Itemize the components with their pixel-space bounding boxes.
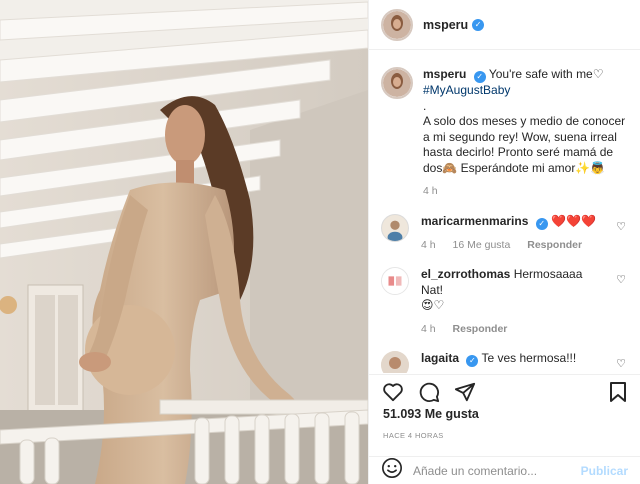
comment-item: maricarmenmarins ✓ ❤️❤️❤️ 4 h 16 Me gust…	[369, 213, 640, 254]
add-comment-bar: Publicar	[369, 456, 640, 484]
post-side-panel: msperu ✓ msperu ✓ You're safe with me♡ #…	[368, 0, 640, 484]
caption-author-avatar[interactable]	[381, 67, 413, 99]
comment-bubble-icon[interactable]	[417, 380, 441, 404]
comment-time[interactable]: 4 h	[421, 323, 436, 335]
comment-time[interactable]: 4 h	[421, 239, 436, 251]
caption-hashtag[interactable]: #MyAugustBaby	[423, 83, 510, 97]
share-send-icon[interactable]	[453, 380, 477, 404]
post-header: msperu ✓	[369, 0, 640, 50]
reply-button[interactable]: Responder	[453, 323, 508, 335]
post-photo[interactable]	[0, 0, 368, 484]
comment-username[interactable]: lagaita	[421, 351, 459, 365]
caption-line1: You're safe with me♡	[488, 67, 604, 81]
comment-username[interactable]: el_zorrothomas	[421, 267, 510, 281]
author-username[interactable]: msperu	[423, 18, 468, 32]
verified-badge-icon: ✓	[466, 355, 479, 367]
like-comment-heart-icon[interactable]: ♡	[616, 273, 626, 286]
comment-item: el_zorrothomas Hermosaaaa Nat! 😍♡ 4 h Re…	[369, 267, 640, 337]
caption-dot: .	[423, 98, 427, 113]
commenter-avatar[interactable]	[381, 351, 409, 373]
like-comment-heart-icon[interactable]: ♡	[616, 357, 626, 370]
comments-list[interactable]: msperu ✓ You're safe with me♡ #MyAugustB…	[369, 51, 640, 373]
save-bookmark-icon[interactable]	[606, 380, 630, 404]
comment-likes[interactable]: 16 Me gusta	[453, 239, 511, 251]
comment-text-emoji: 😍♡	[421, 298, 445, 312]
like-comment-heart-icon[interactable]: ♡	[616, 220, 626, 233]
comment-username[interactable]: maricarmenmarins	[421, 214, 528, 228]
publish-button[interactable]: Publicar	[581, 464, 628, 478]
likes-count[interactable]: 51.093 Me gusta	[383, 407, 479, 421]
verified-badge-icon: ✓	[535, 217, 548, 230]
verified-badge-icon: ✓	[473, 71, 486, 83]
emoji-smiley-icon[interactable]	[381, 457, 403, 484]
commenter-avatar[interactable]	[381, 267, 409, 295]
like-heart-icon[interactable]	[381, 380, 405, 404]
reply-button[interactable]: Responder	[527, 239, 582, 251]
comment-item: lagaita ✓ Te ves hermosa!!! ♡	[369, 351, 640, 373]
comment-text: Te ves hermosa!!!	[481, 351, 577, 365]
comment-text: ❤️❤️❤️	[551, 213, 596, 228]
post-caption: msperu ✓ You're safe with me♡ #MyAugustB…	[369, 51, 640, 200]
caption-username[interactable]: msperu	[423, 67, 466, 81]
caption-body: A solo dos meses y medio de conocer a mi…	[423, 114, 626, 175]
post-actions	[369, 374, 640, 408]
author-avatar[interactable]	[381, 8, 413, 41]
post-timestamp[interactable]: HACE 4 HORAS	[383, 431, 444, 440]
comment-input[interactable]	[413, 463, 581, 478]
caption-time[interactable]: 4 h	[423, 185, 438, 197]
commenter-avatar[interactable]	[381, 213, 409, 242]
verified-badge-icon: ✓	[472, 18, 485, 31]
